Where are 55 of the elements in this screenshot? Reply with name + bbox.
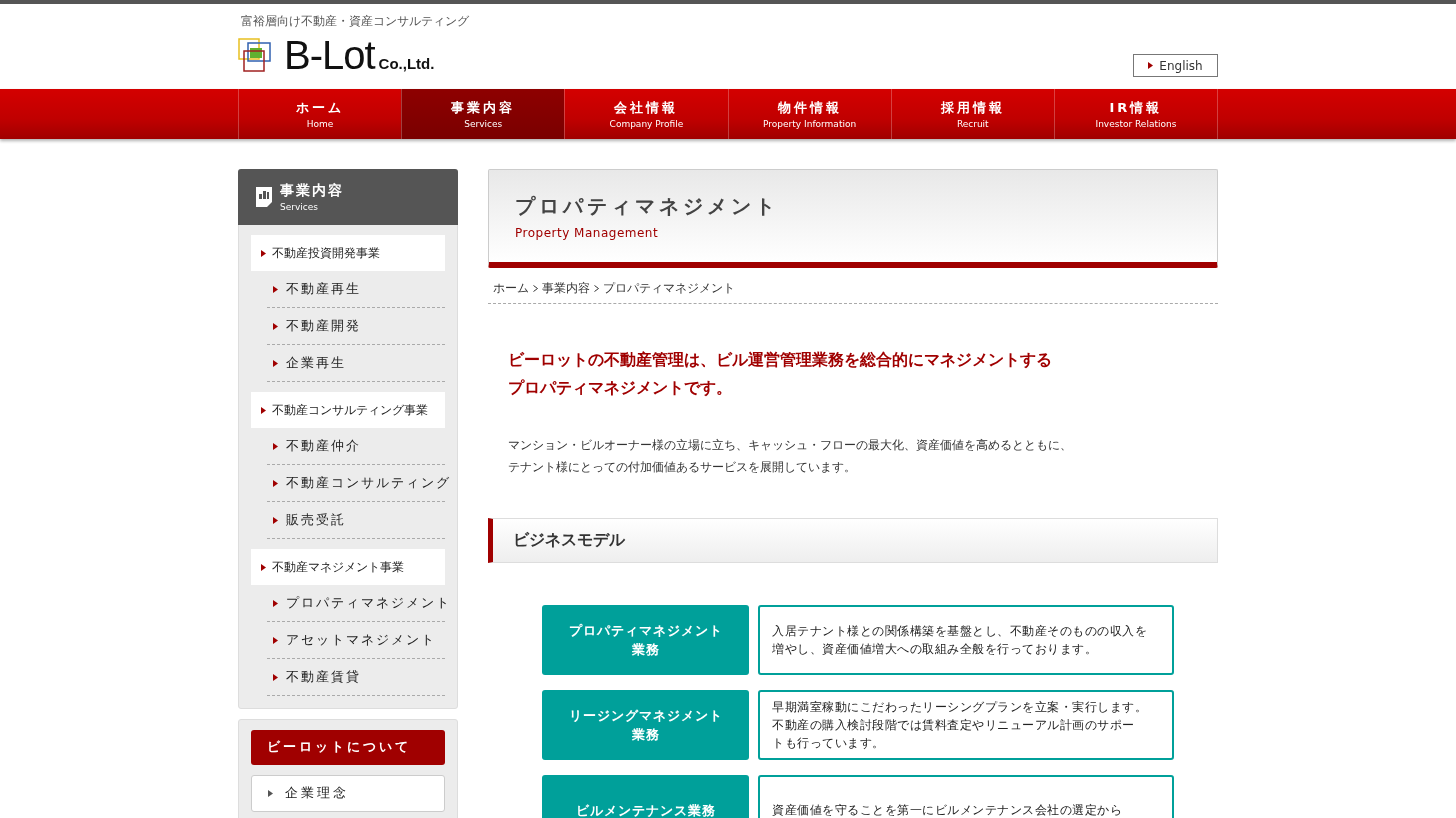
- sidebar-link[interactable]: 不動産賃貸: [267, 659, 445, 696]
- sidebar-link[interactable]: アセットマネジメント: [267, 622, 445, 659]
- bullet-icon: [273, 673, 278, 681]
- nav-tab[interactable]: 採用情報 Recruit: [890, 89, 1054, 139]
- service-description: 資産価値を守ることを第一にビルメンテナンス会社の選定から: [758, 775, 1174, 818]
- bullet-icon: [273, 442, 278, 450]
- bullet-icon: [268, 790, 273, 797]
- service-name-label: プロパティマネジメント 業務: [542, 605, 749, 675]
- nav-tab[interactable]: 事業内容 Services: [401, 89, 565, 139]
- sidebar-link[interactable]: 不動産開発: [267, 308, 445, 345]
- sidebar-category-link[interactable]: 不動産マネジメント事業: [251, 549, 445, 585]
- english-link[interactable]: English: [1133, 54, 1218, 77]
- sidebar-subtitle: Services: [280, 202, 319, 212]
- bullet-icon: [261, 249, 266, 257]
- bullet-icon: [273, 599, 278, 607]
- bullet-icon: [261, 406, 266, 414]
- service-name-label: ビルメンテナンス業務: [542, 775, 749, 818]
- document-icon: [256, 187, 272, 207]
- service-description: 入居テナント様との関係構築を基盤とし、不動産そのものの収入を 増やし、資産価値増大への取組み全般を行っております。: [758, 605, 1174, 675]
- breadcrumb-link[interactable]: ホーム: [493, 280, 529, 297]
- bullet-icon: [273, 516, 278, 524]
- lead-text: ビーロットの不動産管理は、ビル運営管理業務を総合的にマネジメントする プロパティマネジメントです。: [508, 350, 1053, 399]
- bullet-icon: [273, 636, 278, 644]
- page-title: プロパティマネジメント: [515, 192, 780, 220]
- logo-suffix: Co.,Ltd.: [378, 55, 435, 73]
- breadcrumb-link[interactable]: 事業内容: [542, 280, 590, 297]
- about-link[interactable]: 企業理念: [251, 775, 445, 812]
- nav-tab[interactable]: IR情報 Investor Relations: [1053, 89, 1219, 139]
- tagline: 富裕層向け不動産・資産コンサルティング: [240, 13, 469, 30]
- bullet-icon: [1148, 62, 1154, 69]
- nav-tab[interactable]: 物件情報 Property Information: [727, 89, 891, 139]
- sidebar-title: 事業内容: [280, 182, 344, 200]
- logo-wordmark: B-Lot: [284, 37, 375, 73]
- intro-text: マンション・ビルオーナー様の立場に立ち、キャッシュ・フローの最大化、資産価値を高めるとともに、 テナント様にとっての付加価値あるサービスを展開しています。: [508, 437, 1073, 476]
- sidebar-category-link[interactable]: 不動産投資開発事業: [251, 235, 445, 271]
- sidebar-link[interactable]: プロパティマネジメント: [267, 585, 445, 622]
- bullet-icon: [273, 285, 278, 293]
- sidebar-link[interactable]: 販売受託: [267, 502, 445, 539]
- breadcrumb-link[interactable]: プロパティマネジメント: [603, 280, 735, 297]
- page-subtitle: Property Management: [515, 225, 660, 240]
- sidebar-link[interactable]: 企業再生: [267, 345, 445, 382]
- bullet-icon: [273, 479, 278, 487]
- service-description: 早期満室稼動にこだわったリーシングプランを立案・実行します。 不動産の購入検討段階では賃料査定やリニューアル計画のサポー トも行っています。: [758, 690, 1174, 760]
- bullet-icon: [273, 322, 278, 330]
- sidebar-category-link[interactable]: 不動産コンサルティング事業: [251, 392, 445, 428]
- section-title: ビジネスモデル: [513, 530, 625, 551]
- breadcrumb-separator-icon: [594, 285, 599, 292]
- bullet-icon: [273, 359, 278, 367]
- about-header: ビーロットについて: [251, 730, 445, 765]
- breadcrumb-separator-icon: [533, 285, 538, 292]
- nav-tab[interactable]: 会社情報 Company Profile: [564, 89, 728, 139]
- sidebar-link[interactable]: 不動産再生: [267, 271, 445, 308]
- service-name-label: リージングマネジメント 業務: [542, 690, 749, 760]
- bullet-icon: [261, 563, 266, 571]
- sidebar-link[interactable]: 不動産仲介: [267, 428, 445, 465]
